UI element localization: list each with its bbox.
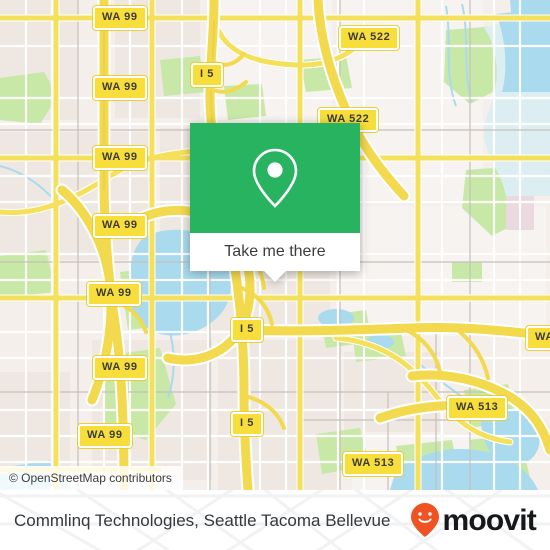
take-me-there-label: Take me there	[224, 243, 326, 260]
map-pin-icon	[252, 148, 298, 208]
moovit-wordmark: moovit	[442, 504, 536, 537]
callout-tail-icon	[264, 271, 286, 282]
highway-shield-wa-99: WA 99	[93, 214, 147, 238]
highway-shield-wa-513: WA 513	[343, 452, 404, 476]
location-callout-card[interactable]: Take me there	[190, 123, 360, 282]
highway-shield-wa-99: WA 99	[93, 76, 147, 100]
map-screenshot-root: WA 99 I 5 WA 522 WA 99 WA 522 WA 99 WA 99 WA 99…	[0, 0, 550, 550]
map-attribution[interactable]: © OpenStreetMap contributors	[0, 466, 181, 490]
footer-content: Commlinq Technologies, Seattle Tacoma Be…	[0, 490, 550, 550]
highway-shield-wa-99: WA 99	[93, 6, 147, 30]
callout-pin-area	[190, 123, 360, 233]
highway-shield-wa-99: WA 99	[93, 146, 147, 170]
footer-bar: Commlinq Technologies, Seattle Tacoma Be…	[0, 490, 550, 550]
highway-shield-wa-99: WA 99	[87, 282, 141, 306]
attribution-text: © OpenStreetMap contributors	[9, 471, 172, 485]
take-me-there-button[interactable]: Take me there	[190, 233, 360, 282]
highway-shield-wa-99: WA 99	[78, 424, 132, 448]
moovit-brand[interactable]: moovit	[410, 502, 537, 538]
moovit-pin-smiley-icon	[411, 503, 440, 537]
highway-shield-i-5: I 5	[191, 63, 224, 87]
highway-shield-wa-513: WA 513	[447, 396, 508, 420]
footer-place-title: Commlinq Technologies, Seattle Tacoma Be…	[14, 510, 391, 530]
highway-shield-wa-522: WA 522	[339, 26, 400, 50]
highway-shield-wa: WA	[526, 326, 550, 350]
map-canvas[interactable]: WA 99 I 5 WA 522 WA 99 WA 522 WA 99 WA 99 WA 99…	[0, 0, 550, 490]
highway-shield-i-5: I 5	[231, 412, 264, 436]
highway-shield-wa-99: WA 99	[93, 356, 147, 380]
highway-shield-i-5: I 5	[231, 318, 264, 342]
